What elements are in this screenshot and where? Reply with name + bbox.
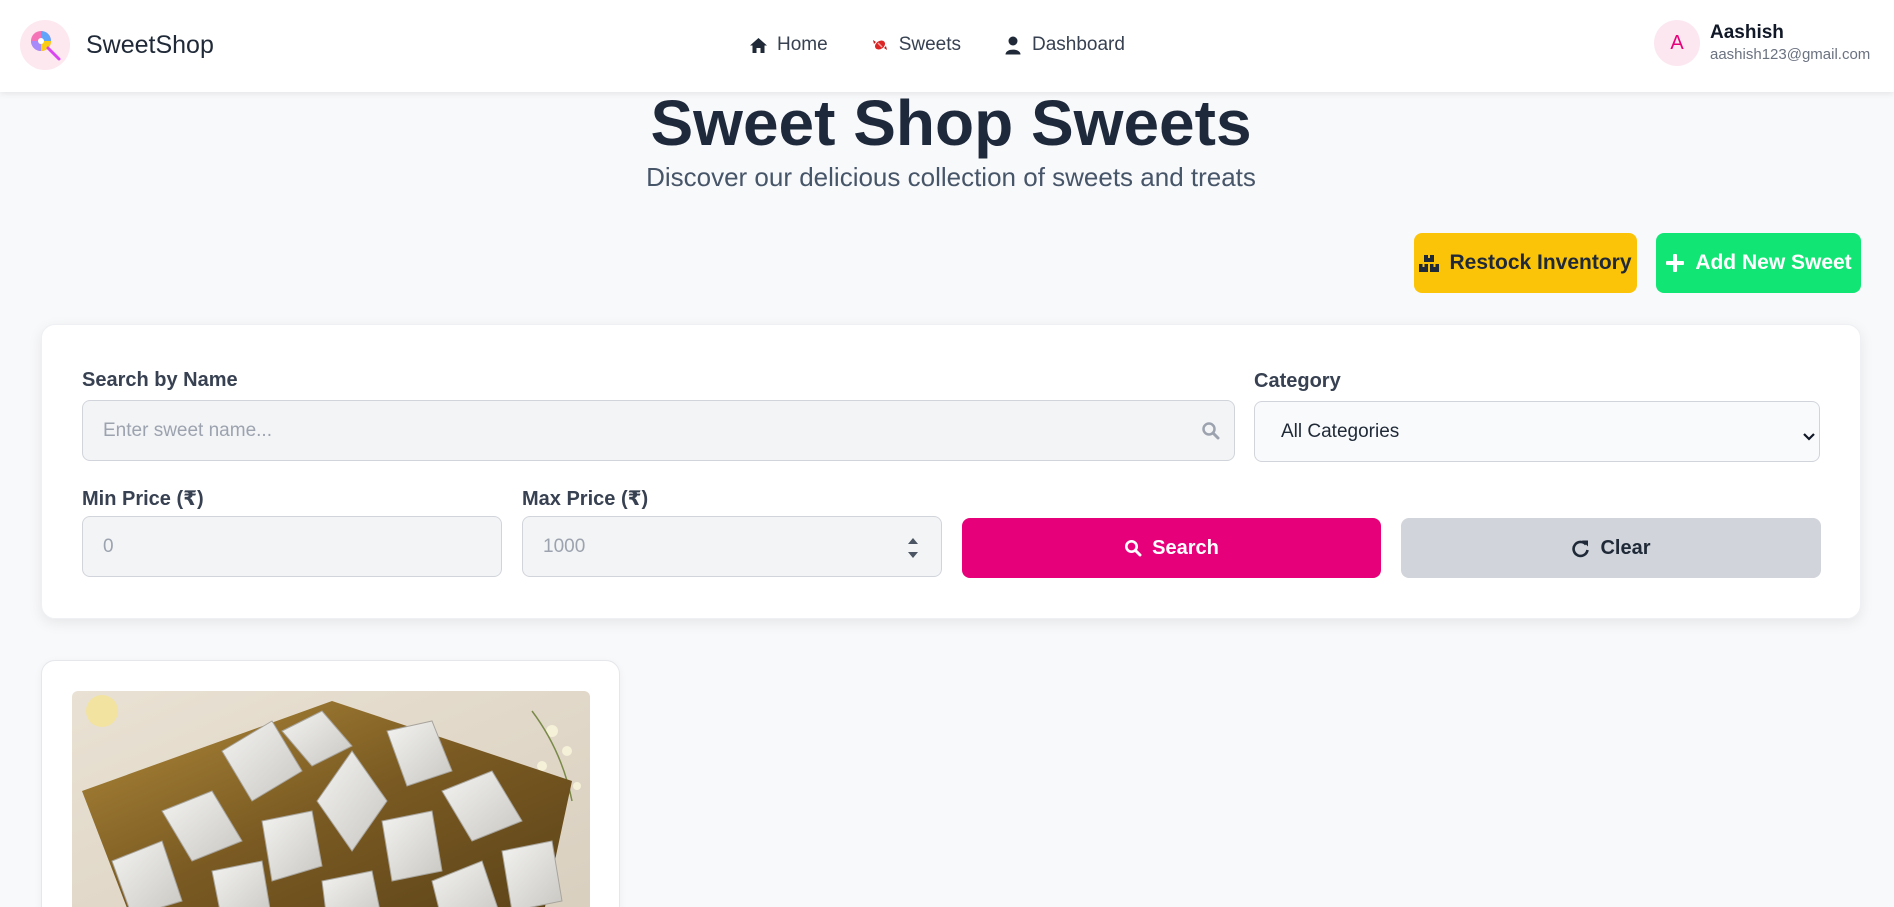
filter-card: Search by Name Enter sweet name... Categ… — [41, 324, 1861, 619]
search-label: Search by Name — [82, 369, 238, 391]
nav-link-label: Sweets — [898, 34, 961, 55]
nav-link-label: Home — [777, 34, 828, 55]
min-price-input[interactable]: 0 — [82, 516, 502, 577]
user-menu[interactable]: A Aashish aashish123@gmail.com — [1654, 20, 1870, 66]
restock-inventory-button[interactable]: Restock Inventory — [1414, 233, 1637, 293]
max-price-input[interactable]: 1000 — [522, 516, 942, 577]
search-input[interactable]: Enter sweet name... — [82, 400, 1235, 461]
candy-icon — [870, 35, 890, 55]
user-email: aashish123@gmail.com — [1710, 46, 1871, 63]
search-button[interactable]: Search — [962, 518, 1381, 578]
page-subtitle: Discover our delicious collection of swe… — [646, 162, 1256, 192]
add-new-sweet-label: Add New Sweet — [1695, 251, 1852, 274]
user-info: Aashish aashish123@gmail.com — [1710, 21, 1870, 65]
lollipop-logo-icon — [20, 20, 70, 70]
category-select[interactable]: All Categories — [1254, 401, 1820, 462]
page-title: Sweet Shop Sweets — [650, 87, 1252, 159]
nav-link-label: Dashboard — [1032, 34, 1125, 55]
refresh-icon — [1571, 539, 1590, 558]
max-price-label: Max Price (₹) — [522, 488, 649, 510]
clear-button-label: Clear — [1600, 536, 1651, 559]
add-new-sweet-button[interactable]: Add New Sweet — [1656, 233, 1861, 293]
category-label: Category — [1254, 370, 1341, 392]
chevron-down-icon — [1803, 426, 1815, 448]
avatar[interactable]: A — [1654, 20, 1700, 66]
min-price-label: Min Price (₹) — [82, 488, 204, 510]
search-placeholder: Enter sweet name... — [103, 419, 272, 441]
nav-link-home[interactable]: Home — [748, 34, 828, 56]
category-selected-value: All Categories — [1281, 420, 1400, 442]
min-price-placeholder: 0 — [103, 535, 114, 557]
brand-name: SweetShop — [86, 30, 214, 59]
sweet-card[interactable] — [41, 660, 620, 907]
navbar: SweetShop Home Sweets Dashboard A Aashis… — [0, 0, 1894, 92]
user-icon — [1003, 35, 1023, 55]
home-icon — [748, 35, 768, 55]
search-icon — [1124, 539, 1142, 557]
user-name: Aashish — [1710, 22, 1784, 43]
nav-link-sweets[interactable]: Sweets — [870, 34, 961, 56]
max-price-placeholder: 1000 — [543, 535, 586, 557]
search-button-label: Search — [1152, 536, 1219, 559]
search-icon — [1201, 421, 1220, 446]
nav-link-dashboard[interactable]: Dashboard — [1003, 34, 1125, 56]
nav-links: Home Sweets Dashboard — [748, 34, 1167, 56]
number-spinner-icon[interactable] — [907, 534, 919, 568]
plus-icon — [1665, 253, 1685, 273]
sweet-image — [72, 691, 590, 907]
boxes-icon — [1419, 254, 1440, 272]
clear-button[interactable]: Clear — [1401, 518, 1821, 578]
brand[interactable]: SweetShop — [20, 20, 214, 70]
restock-inventory-label: Restock Inventory — [1449, 251, 1632, 274]
